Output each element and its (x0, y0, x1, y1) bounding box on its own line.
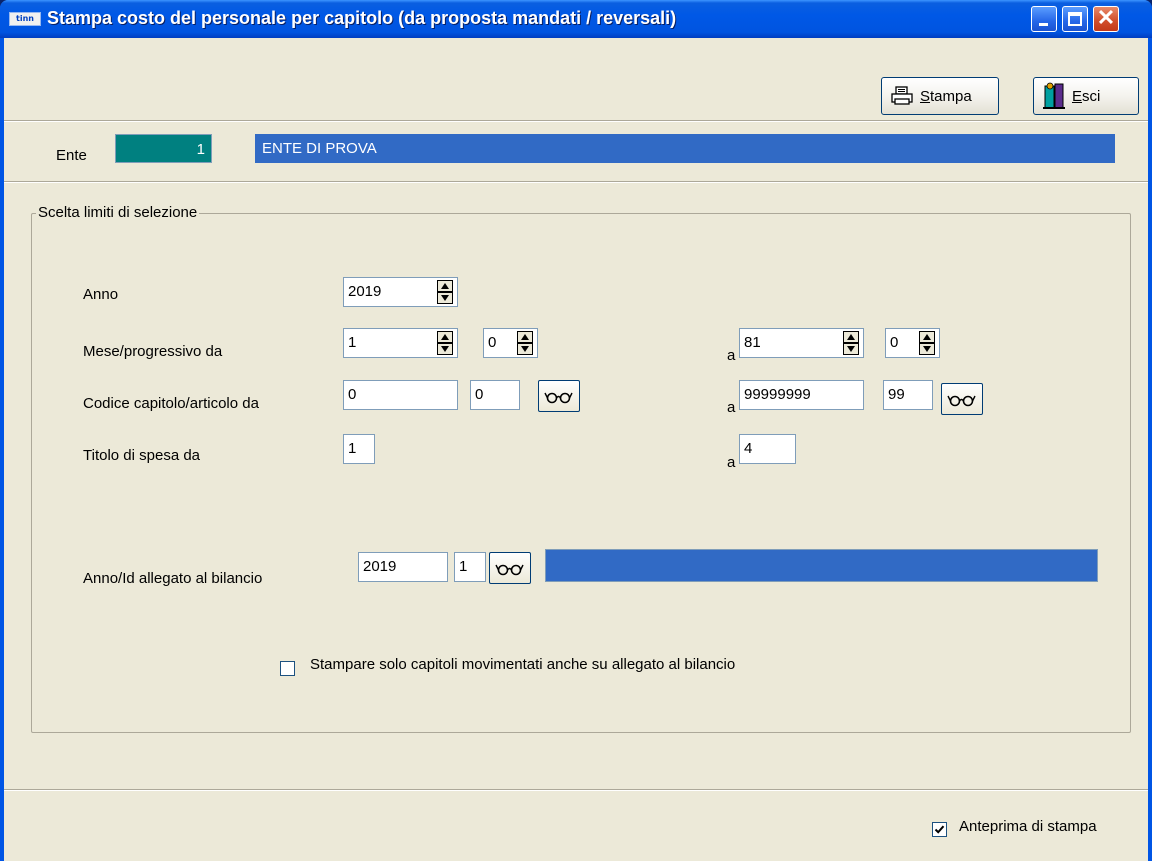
ente-label: Ente (56, 147, 87, 164)
mese-a-label: a (727, 347, 736, 364)
allegato-lookup-button[interactable] (489, 552, 531, 584)
exit-mnemonic: E (1072, 87, 1083, 105)
capitolo-da-lookup-button[interactable] (538, 380, 580, 412)
anno-label: Anno (83, 286, 119, 303)
toolbar-separator (4, 120, 1148, 122)
mese-da-spinner[interactable]: 1 (343, 328, 458, 358)
articolo-a-field[interactable]: 99 (883, 380, 933, 410)
mese-a-spin-buttons[interactable] (843, 331, 859, 355)
mese-a-value: 81 (744, 334, 761, 351)
spin-up-icon[interactable] (843, 331, 859, 343)
spin-down-icon[interactable] (437, 292, 453, 304)
spin-up-icon[interactable] (517, 331, 533, 343)
mese-progressivo-label: Mese/progressivo da (83, 343, 223, 360)
spin-down-icon[interactable] (437, 343, 453, 355)
spin-down-icon[interactable] (843, 343, 859, 355)
progressivo-a-value: 0 (890, 334, 899, 351)
print-button[interactable]: Stampa (881, 77, 999, 115)
window-client-area: Stampa Esci Ente 1 ENTE DI PROVA Scelta … (4, 38, 1148, 861)
progressivo-a-spin-buttons[interactable] (919, 331, 935, 355)
articolo-da-field[interactable]: 0 (470, 380, 520, 410)
anno-value: 2019 (348, 283, 382, 300)
mese-da-value: 1 (348, 334, 357, 351)
anteprima-label[interactable]: Anteprima di stampa (959, 818, 1097, 835)
ente-name-field: ENTE DI PROVA (255, 134, 1115, 163)
spin-down-icon[interactable] (517, 343, 533, 355)
solo-capitoli-label[interactable]: Stampare solo capitoli movimentati anche… (310, 656, 735, 673)
titolo-a-field[interactable]: 4 (739, 434, 796, 464)
capitolo-a-label: a (727, 399, 736, 416)
glasses-icon (544, 392, 573, 404)
ente-separator (4, 181, 1148, 183)
print-mnemonic: S (920, 87, 931, 105)
close-button[interactable]: ✕ (1093, 6, 1119, 32)
allegato-id-field[interactable]: 1 (454, 552, 486, 582)
anno-spinner[interactable]: 2019 (343, 277, 458, 307)
mese-da-spin-buttons[interactable] (437, 331, 453, 355)
printer-icon (891, 86, 913, 105)
progressivo-a-spinner[interactable]: 0 (885, 328, 940, 358)
selection-group-title: Scelta limiti di selezione (36, 204, 200, 221)
progressivo-da-spinner[interactable]: 0 (483, 328, 538, 358)
allegato-anno-field[interactable]: 2019 (358, 552, 448, 582)
ente-code-field[interactable]: 1 (115, 134, 212, 163)
titolo-da-field[interactable]: 1 (343, 434, 375, 464)
maximize-button[interactable] (1062, 6, 1088, 32)
codice-capitolo-label: Codice capitolo/articolo da (83, 395, 259, 412)
capitolo-a-field[interactable]: 99999999 (739, 380, 864, 410)
progressivo-da-spin-buttons[interactable] (517, 331, 533, 355)
close-icon: ✕ (1096, 5, 1116, 30)
anno-spin-buttons[interactable] (437, 280, 453, 304)
window-title: Stampa costo del personale per capitolo … (47, 8, 677, 28)
spin-up-icon[interactable] (919, 331, 935, 343)
minimize-icon (1039, 23, 1048, 26)
spin-up-icon[interactable] (437, 331, 453, 343)
checkmark-icon (934, 825, 945, 834)
allegato-bilancio-label: Anno/Id allegato al bilancio (83, 570, 263, 587)
exit-button-label: Esci (1072, 88, 1100, 105)
selection-groupbox (31, 213, 1131, 733)
app-icon: tinn (9, 12, 41, 26)
footer-separator (4, 789, 1148, 791)
allegato-description-field (545, 549, 1098, 582)
mese-a-spinner[interactable]: 81 (739, 328, 864, 358)
print-label-rest: tampa (930, 87, 972, 105)
title-bar[interactable]: tinn Stampa costo del personale per capi… (0, 0, 1152, 38)
maximize-icon (1068, 12, 1082, 26)
capitolo-a-lookup-button[interactable] (941, 383, 983, 415)
glasses-icon (495, 564, 524, 576)
progressivo-da-value: 0 (488, 334, 497, 351)
exit-label-rest: sci (1082, 87, 1101, 105)
minimize-button[interactable] (1031, 6, 1057, 32)
titolo-a-label: a (727, 454, 736, 471)
print-button-label: Stampa (920, 88, 972, 105)
anteprima-checkbox[interactable] (932, 822, 947, 837)
main-window: tinn Stampa costo del personale per capi… (0, 0, 1152, 861)
glasses-icon (947, 395, 976, 407)
spin-up-icon[interactable] (437, 280, 453, 292)
spin-down-icon[interactable] (919, 343, 935, 355)
exit-door-icon (1043, 82, 1065, 109)
capitolo-da-field[interactable]: 0 (343, 380, 458, 410)
titolo-spesa-label: Titolo di spesa da (83, 447, 201, 464)
solo-capitoli-checkbox[interactable] (280, 661, 295, 676)
exit-button[interactable]: Esci (1033, 77, 1139, 115)
